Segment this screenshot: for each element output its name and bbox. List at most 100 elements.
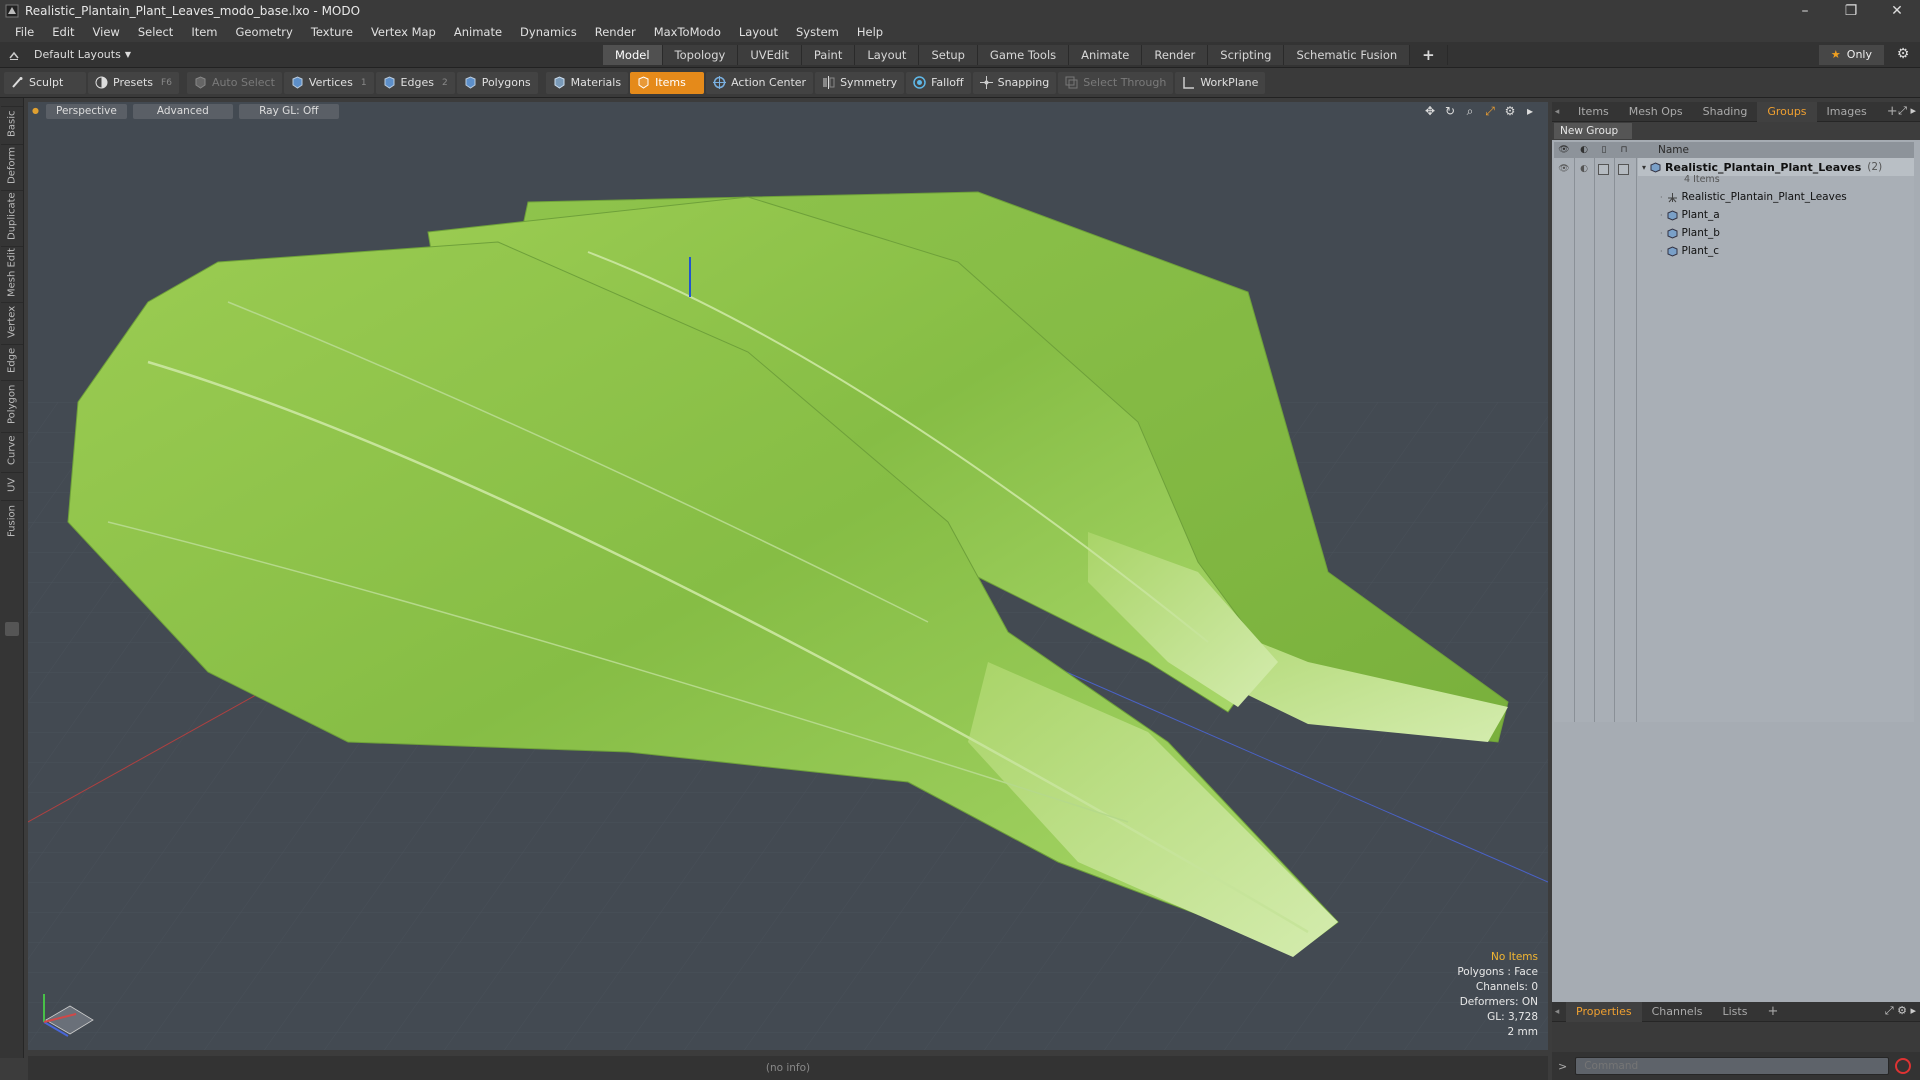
tab-channels[interactable]: Channels: [1642, 1002, 1713, 1022]
materials-button[interactable]: Materials: [545, 71, 629, 94]
tab-polygon[interactable]: Polygon: [1, 380, 23, 428]
tab-schematic-fusion[interactable]: Schematic Fusion: [1284, 45, 1411, 65]
tab-mesh-ops[interactable]: Mesh Ops: [1619, 102, 1693, 122]
sculpt-button[interactable]: Sculpt: [4, 71, 86, 94]
tab-lists[interactable]: Lists: [1713, 1002, 1758, 1022]
menu-help[interactable]: Help: [848, 22, 892, 42]
tab-items[interactable]: Items: [1568, 102, 1619, 122]
menu-edit[interactable]: Edit: [43, 22, 83, 42]
group-render-icon[interactable]: ◐: [1577, 162, 1591, 176]
tab-images[interactable]: Images: [1817, 102, 1877, 122]
name-column-header[interactable]: Name: [1658, 144, 1689, 156]
list-item[interactable]: · Realistic_Plantain_Plant_Leaves: [1638, 188, 1914, 206]
menu-dynamics[interactable]: Dynamics: [511, 22, 586, 42]
command-input[interactable]: [1575, 1057, 1890, 1075]
presets-button[interactable]: Presets F6: [88, 71, 179, 94]
menu-layout[interactable]: Layout: [730, 22, 787, 42]
gear-icon[interactable]: ⚙: [1894, 46, 1912, 64]
auto-select-button[interactable]: Auto Select: [186, 71, 282, 94]
menu-maxtomodo[interactable]: MaxToModo: [645, 22, 730, 42]
3d-viewport[interactable]: ● Perspective Advanced Ray GL: Off ✥ ↻ ⌕…: [28, 102, 1548, 1050]
visibility-header-icon[interactable]: 👁: [1554, 145, 1574, 155]
tab-uvedit[interactable]: UVEdit: [738, 45, 802, 65]
menu-view[interactable]: View: [84, 22, 129, 42]
group-select-checkbox[interactable]: [1618, 164, 1629, 175]
raygl-button[interactable]: Ray GL: Off: [238, 103, 339, 119]
lock-header-icon[interactable]: ▯: [1594, 145, 1614, 155]
menu-system[interactable]: System: [787, 22, 848, 42]
new-group-button[interactable]: New Group: [1554, 123, 1632, 139]
pan-icon[interactable]: ✥: [1420, 103, 1440, 119]
tab-edge[interactable]: Edge: [1, 344, 23, 376]
panel-menu-icon[interactable]: ◂: [1552, 102, 1562, 122]
polygons-button[interactable]: Polygons: [456, 71, 538, 94]
menu-render[interactable]: Render: [586, 22, 645, 42]
vertices-button[interactable]: Vertices 1: [283, 71, 374, 94]
list-item[interactable]: · Plant_b: [1638, 224, 1914, 242]
rotate-icon[interactable]: ↻: [1440, 103, 1460, 119]
edges-button[interactable]: Edges 2: [375, 71, 455, 94]
record-icon[interactable]: [1895, 1058, 1912, 1074]
only-toggle[interactable]: ★ Only: [1818, 45, 1884, 65]
tab-scripting[interactable]: Scripting: [1208, 45, 1285, 65]
snapping-button[interactable]: Snapping: [972, 71, 1057, 94]
viewport-menu-icon[interactable]: ●: [32, 107, 40, 115]
group-row[interactable]: ▾ Realistic_Plantain_Plant_Leaves (2): [1638, 158, 1914, 176]
group-lock-checkbox[interactable]: [1598, 164, 1609, 175]
menu-item[interactable]: Item: [182, 22, 226, 42]
workplane-button[interactable]: WorkPlane: [1175, 71, 1266, 94]
tab-topology[interactable]: Topology: [662, 45, 739, 65]
close-button[interactable]: ✕: [1874, 0, 1920, 22]
tab-layout[interactable]: Layout: [855, 45, 920, 65]
viewport-gear-icon[interactable]: ⚙: [1500, 103, 1520, 119]
render-header-icon[interactable]: ◐: [1574, 145, 1594, 155]
tab-deform[interactable]: Deform: [1, 144, 23, 186]
fit-icon[interactable]: ⤢: [1480, 103, 1500, 119]
falloff-button[interactable]: Falloff: [906, 71, 971, 94]
group-visibility-icon[interactable]: 👁: [1557, 162, 1571, 176]
select-header-icon[interactable]: ⊓: [1614, 145, 1634, 155]
properties-menu-icon[interactable]: ◂: [1552, 1002, 1562, 1022]
viewport-expand-icon[interactable]: ▸: [1520, 103, 1540, 119]
tab-render[interactable]: Render: [1142, 45, 1209, 65]
layouts-dropdown[interactable]: Default Layouts ▼: [8, 48, 131, 61]
tab-shading[interactable]: Shading: [1693, 102, 1758, 122]
shading-button[interactable]: Advanced: [132, 103, 233, 119]
view-mode-button[interactable]: Perspective: [46, 103, 127, 119]
tab-paint[interactable]: Paint: [801, 45, 856, 65]
tab-game-tools[interactable]: Game Tools: [977, 45, 1070, 65]
tab-properties[interactable]: Properties: [1566, 1001, 1642, 1022]
menu-select[interactable]: Select: [129, 22, 182, 42]
tab-setup[interactable]: Setup: [919, 45, 978, 65]
menu-vertex-map[interactable]: Vertex Map: [362, 22, 445, 42]
panel-expand-icon[interactable]: ⤢ ▸: [1898, 104, 1916, 118]
items-button[interactable]: Items: [630, 71, 705, 94]
tab-curve[interactable]: Curve: [1, 432, 23, 468]
zoom-icon[interactable]: ⌕: [1460, 103, 1480, 119]
tab-vertex[interactable]: Vertex: [1, 302, 23, 340]
tab-basic[interactable]: Basic: [1, 106, 23, 140]
menu-geometry[interactable]: Geometry: [227, 22, 302, 42]
list-item[interactable]: · Plant_a: [1638, 206, 1914, 224]
menu-file[interactable]: File: [6, 22, 43, 42]
minimize-button[interactable]: –: [1782, 0, 1828, 22]
symmetry-button[interactable]: Symmetry: [815, 71, 905, 94]
tab-mesh-edit[interactable]: Mesh Edit: [1, 246, 23, 298]
properties-expand-icon[interactable]: ⤢ ⚙ ▸: [1885, 1004, 1916, 1018]
tab-uv[interactable]: UV: [1, 472, 23, 496]
collapse-icon[interactable]: ▾: [1642, 163, 1646, 172]
maximize-button[interactable]: ❐: [1828, 0, 1874, 22]
action-center-button[interactable]: Action Center: [706, 71, 814, 94]
menu-texture[interactable]: Texture: [302, 22, 362, 42]
list-item[interactable]: · Plant_c: [1638, 242, 1914, 260]
add-properties-tab-button[interactable]: +: [1757, 1002, 1788, 1022]
tab-model[interactable]: Model: [603, 45, 663, 65]
tab-fusion[interactable]: Fusion: [1, 500, 23, 542]
panel-toggle-button[interactable]: [5, 622, 19, 636]
tab-duplicate[interactable]: Duplicate: [1, 190, 23, 242]
select-through-button[interactable]: Select Through: [1058, 71, 1174, 94]
add-tab-button[interactable]: +: [1410, 45, 1448, 65]
tab-animate[interactable]: Animate: [1069, 45, 1143, 65]
menu-animate[interactable]: Animate: [445, 22, 511, 42]
tab-groups[interactable]: Groups: [1757, 101, 1817, 122]
